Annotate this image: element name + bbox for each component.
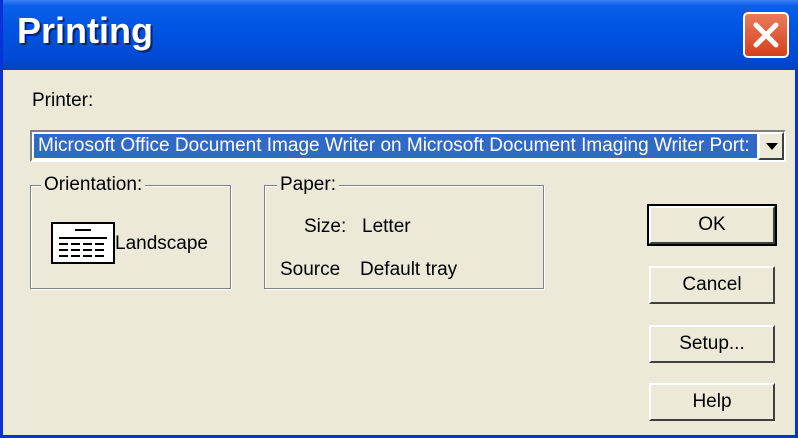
- orientation-group-title: Orientation:: [41, 174, 146, 196]
- close-icon: [753, 22, 779, 48]
- printer-label: Printer:: [32, 90, 94, 111]
- orientation-value: Landscape: [115, 233, 208, 254]
- title-bar[interactable]: Printing: [3, 0, 798, 70]
- printer-select[interactable]: Microsoft Office Document Image Writer o…: [30, 130, 786, 162]
- paper-source-value: Default tray: [360, 259, 458, 280]
- printing-dialog: Printing Printer: Microsoft Office Docum…: [0, 0, 798, 438]
- close-button[interactable]: [743, 12, 789, 58]
- printer-dropdown-button[interactable]: [758, 132, 784, 160]
- cancel-button[interactable]: Cancel: [649, 266, 775, 304]
- chevron-down-icon: [766, 143, 778, 150]
- window-title: Printing: [17, 10, 153, 51]
- paper-size-value: Letter: [362, 216, 411, 237]
- ok-button[interactable]: OK: [647, 204, 777, 246]
- paper-size-label: Size:: [304, 216, 347, 237]
- paper-source-label: Source: [280, 259, 341, 280]
- setup-button[interactable]: Setup...: [649, 325, 775, 363]
- printer-selected-value[interactable]: Microsoft Office Document Image Writer o…: [34, 134, 757, 158]
- paper-group-title: Paper:: [277, 174, 339, 196]
- landscape-page-icon: [51, 222, 115, 264]
- help-button[interactable]: Help: [649, 383, 775, 421]
